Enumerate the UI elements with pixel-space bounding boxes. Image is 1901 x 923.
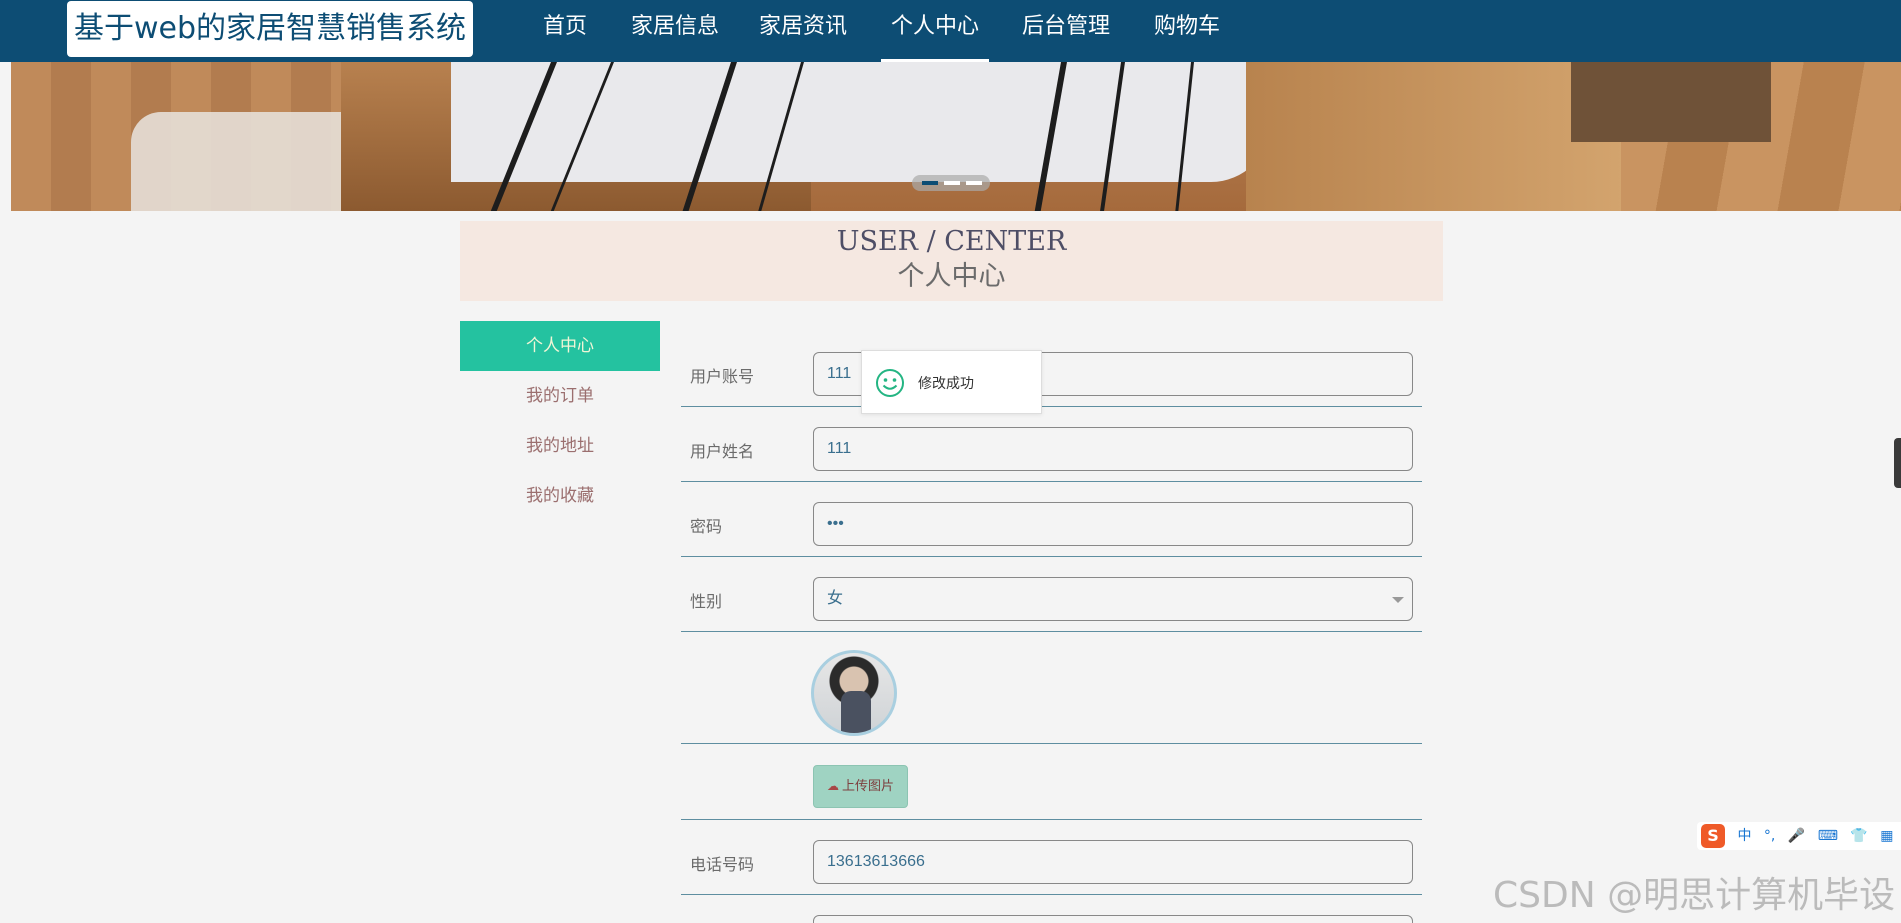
next-input[interactable]	[813, 915, 1413, 923]
nav-item-furniture-info[interactable]: 家居信息	[631, 0, 719, 62]
sidebar-item-favorites[interactable]: 我的收藏	[460, 471, 660, 521]
section-title-cn: 个人中心	[897, 261, 1006, 292]
top-nav: 基于web的家居智慧销售系统 首页 家居信息 家居资讯 个人中心 后台管理 购物…	[0, 0, 1901, 62]
carousel-dot[interactable]	[944, 181, 960, 185]
account-label: 用户账号	[690, 367, 755, 386]
ime-toolbar[interactable]: S 中 °, 🎤 ⌨ 👕 ▦	[1697, 822, 1901, 850]
side-panel-handle[interactable]	[1894, 438, 1901, 488]
banner-wardrobe	[1246, 62, 1626, 211]
form-row-upload	[681, 744, 1422, 820]
cloud-upload-icon: ☁	[826, 779, 839, 793]
nav-item-home[interactable]: 首页	[543, 0, 587, 62]
form-row-password: 密码 •••	[681, 482, 1422, 557]
section-title-en: USER / CENTER	[836, 226, 1067, 257]
site-logo[interactable]: 基于web的家居智慧销售系统	[67, 1, 473, 57]
nav-item-user-center[interactable]: 个人中心	[880, 0, 990, 62]
nav-item-cart[interactable]: 购物车	[1154, 0, 1220, 62]
form-row-next	[681, 895, 1422, 923]
form-row-gender: 性别 女	[681, 557, 1422, 632]
form-row-account: 用户账号 111	[681, 332, 1422, 407]
carousel-dot[interactable]	[966, 181, 982, 185]
ime-punctuation[interactable]: °,	[1764, 828, 1775, 844]
microphone-icon[interactable]: 🎤	[1788, 828, 1805, 844]
gender-value: 女	[827, 590, 844, 607]
carousel-indicators	[912, 175, 990, 191]
gender-label: 性别	[690, 592, 723, 611]
form-row-phone: 电话号码 13613613666	[681, 820, 1422, 895]
skin-icon[interactable]: 👕	[1850, 828, 1867, 844]
nav-item-admin[interactable]: 后台管理	[1022, 0, 1110, 62]
avatar	[811, 650, 897, 736]
phone-input[interactable]: 13613613666	[813, 840, 1413, 884]
carousel-dot[interactable]	[922, 181, 938, 185]
upload-label: 上传图片	[841, 779, 894, 794]
upload-image-button[interactable]: ☁ 上传图片	[813, 765, 908, 808]
banner-bedsheet	[451, 62, 1271, 182]
grid-icon[interactable]: ▦	[1880, 828, 1893, 844]
sogou-logo-icon: S	[1701, 824, 1725, 848]
phone-label: 电话号码	[690, 855, 755, 874]
section-title: USER / CENTER 个人中心	[460, 221, 1443, 301]
toast-message: 修改成功	[918, 376, 974, 392]
banner-nightstand	[1571, 62, 1771, 142]
name-label: 用户姓名	[690, 442, 755, 461]
nav-item-news[interactable]: 家居资讯	[759, 0, 847, 62]
chevron-down-icon	[1392, 597, 1404, 603]
success-toast: 修改成功	[861, 350, 1042, 414]
name-input[interactable]: 111	[813, 427, 1413, 471]
smile-icon	[876, 369, 904, 397]
sidebar-item-user-center[interactable]: 个人中心	[460, 321, 660, 371]
ime-lang[interactable]: 中	[1737, 828, 1751, 844]
password-input[interactable]: •••	[813, 502, 1413, 546]
keyboard-icon[interactable]: ⌨	[1818, 828, 1838, 844]
watermark: CSDN @明思计算机毕设	[1493, 875, 1896, 916]
form-row-avatar	[681, 632, 1422, 744]
form-row-name: 用户姓名 111	[681, 407, 1422, 482]
sidebar-item-address[interactable]: 我的地址	[460, 421, 660, 471]
sidebar-item-orders[interactable]: 我的订单	[460, 371, 660, 421]
gender-select[interactable]: 女	[813, 577, 1413, 621]
password-label: 密码	[690, 517, 723, 536]
